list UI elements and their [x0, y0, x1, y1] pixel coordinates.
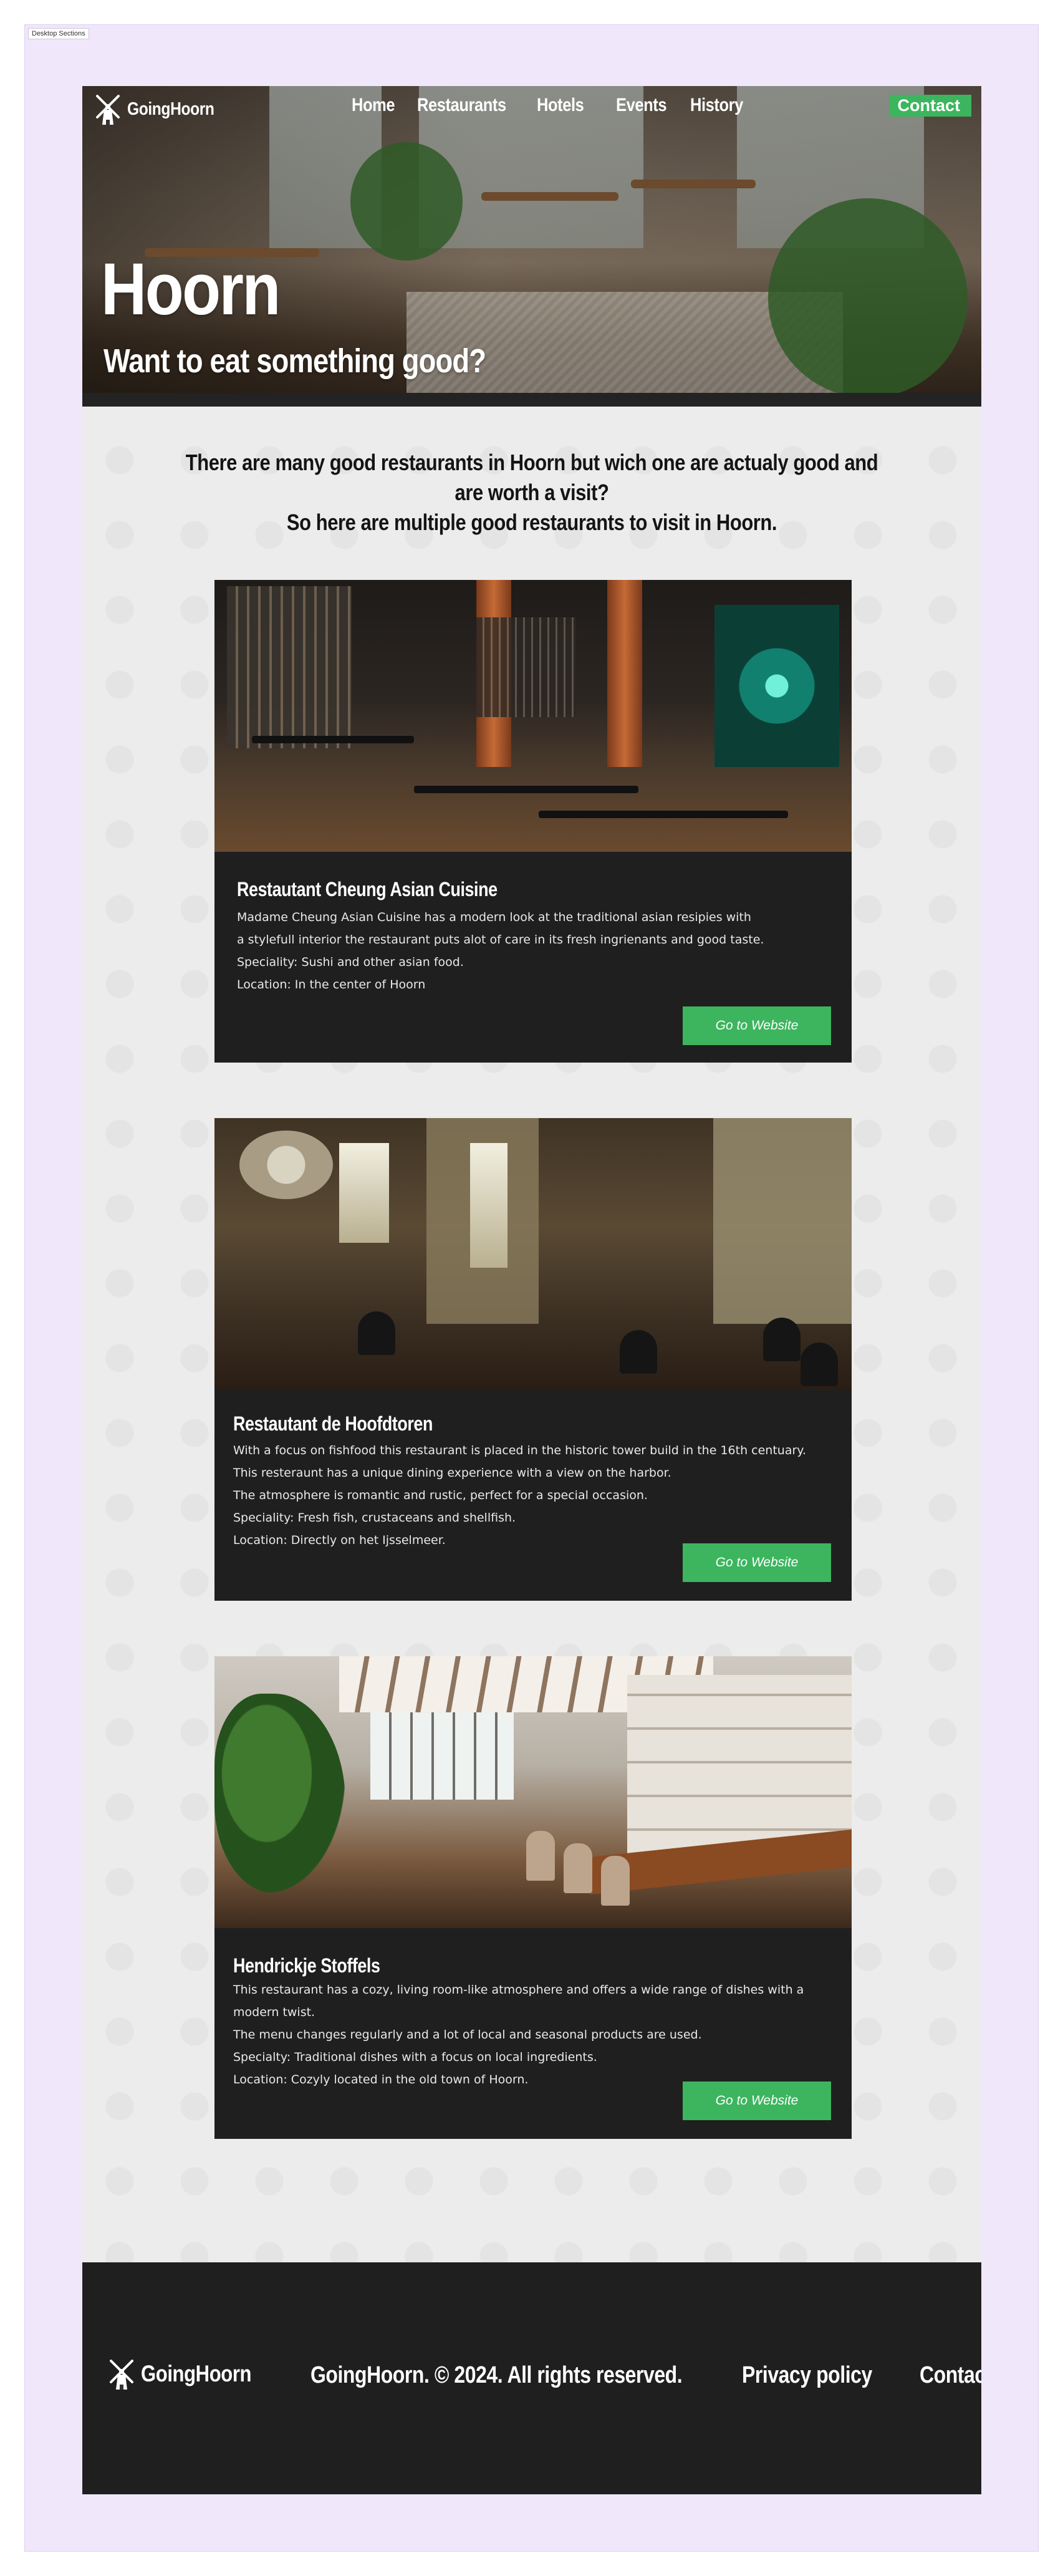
photo-column: [607, 580, 642, 767]
brand-name: GoingHoorn: [127, 99, 214, 119]
restaurant-description: With a focus on fishfood this restaurant…: [233, 1444, 806, 1457]
restaurant-info: Restautant de Hoofdtoren With a focus on…: [214, 1390, 852, 1551]
photo-stool: [601, 1856, 630, 1906]
go-to-website-button[interactable]: Go to Website: [683, 2082, 831, 2120]
footer-brand: GoingHoorn: [141, 2361, 252, 2386]
hero-plant: [768, 198, 968, 398]
restaurant-description: This restaurant has a cozy, living room-…: [233, 1983, 804, 1997]
restaurant-description: This resteraunt has a unique dining expe…: [233, 1466, 671, 1480]
photo-mirror: [470, 1143, 507, 1268]
restaurant-card: Hendrickje Stoffels This restaurant has …: [214, 1656, 852, 2139]
photo-shelf: [227, 586, 352, 748]
nav-contact-button[interactable]: Contact: [888, 95, 971, 117]
restaurant-description: The atmosphere is romantic and rustic, p…: [233, 1488, 648, 1502]
photo-window: [339, 1143, 389, 1243]
frame-label: Desktop Sections: [28, 28, 89, 39]
intro-text: There are many good restaurants in Hoorn…: [82, 448, 981, 538]
photo-table: [539, 811, 788, 818]
footer-copyright: GoingHoorn. © 2024. All rights reserved.: [310, 2362, 683, 2388]
footer-privacy-link[interactable]: Privacy policy: [742, 2362, 872, 2389]
photo-chair: [763, 1318, 801, 1361]
photo-chair: [620, 1330, 657, 1374]
restaurant-description: modern twist.: [233, 2005, 315, 2019]
photo-chair: [801, 1343, 838, 1386]
restaurant-description: a stylefull interior the restaurant puts…: [237, 933, 764, 947]
nav-events[interactable]: Events: [616, 95, 667, 116]
photo-chair: [358, 1311, 395, 1355]
main-nav: Home Restaurants Hotels Events History: [352, 95, 767, 116]
photo-window: [370, 1712, 514, 1800]
restaurant-description: Madame Cheung Asian Cuisine has a modern…: [237, 910, 751, 924]
restaurant-location: Location: In the center of Hoorn: [237, 978, 426, 991]
intro-line: are worth a visit?: [455, 480, 609, 505]
restaurant-photo: [214, 1656, 852, 1928]
header-logo[interactable]: GoingHoorn: [92, 92, 229, 126]
nav-restaurants[interactable]: Restaurants: [417, 95, 506, 116]
hero-plant: [350, 142, 463, 261]
photo-stool: [526, 1831, 555, 1881]
hero-table: [631, 180, 756, 188]
restaurant-speciality: Speciality: Sushi and other asian food.: [237, 955, 464, 969]
windmill-icon: [110, 2360, 133, 2390]
intro-line: So here are multiple good restaurants to…: [286, 509, 777, 535]
intro-line: There are many good restaurants in Hoorn…: [185, 450, 878, 475]
page: GoingHoorn Home Restaurants Hotels Event…: [82, 86, 981, 2494]
hero-section: GoingHoorn Home Restaurants Hotels Event…: [82, 86, 981, 407]
restaurant-speciality: Speciality: Fresh fish, crustaceans and …: [233, 1511, 516, 1525]
photo-bar: [476, 617, 576, 717]
photo-wall: [713, 1118, 852, 1324]
go-to-website-button[interactable]: Go to Website: [683, 1543, 831, 1582]
go-to-website-button[interactable]: Go to Website: [683, 1006, 831, 1045]
windmill-icon: [96, 95, 120, 125]
hero-bottom-band: [82, 393, 981, 407]
restaurant-name: Restautant Cheung Asian Cuisine: [237, 878, 498, 900]
nav-hotels[interactable]: Hotels: [537, 95, 584, 116]
nav-home[interactable]: Home: [352, 95, 395, 116]
footer: GoingHoorn GoingHoorn. © 2024. All right…: [82, 2262, 981, 2494]
restaurant-info: Restautant Cheung Asian Cuisine Madame C…: [214, 852, 852, 996]
photo-flower-vase: [239, 1131, 333, 1199]
restaurant-speciality: Specialty: Traditional dishes with a foc…: [233, 2050, 597, 2064]
hero-title: Hoorn: [101, 248, 281, 330]
restaurant-name: Restautant de Hoofdtoren: [233, 1412, 433, 1435]
photo-plant: [214, 1694, 345, 1893]
nav-history[interactable]: History: [690, 95, 743, 116]
restaurant-card: Restautant de Hoofdtoren With a focus on…: [214, 1118, 852, 1601]
photo-buddha-panel: [714, 605, 839, 767]
restaurant-description: The menu changes regularly and a lot of …: [233, 2028, 702, 2042]
restaurant-info: Hendrickje Stoffels This restaurant has …: [214, 1928, 852, 2091]
footer-nav: Privacy policy Contact: [742, 2362, 981, 2389]
photo-table: [252, 736, 414, 743]
restaurant-photo: [214, 1118, 852, 1390]
restaurant-card: Restautant Cheung Asian Cuisine Madame C…: [214, 580, 852, 1063]
footer-logo[interactable]: GoingHoorn: [106, 2357, 272, 2391]
restaurant-name: Hendrickje Stoffels: [233, 1954, 380, 1977]
photo-table: [414, 786, 638, 793]
hero-table: [481, 192, 618, 201]
photo-stool: [564, 1843, 592, 1893]
footer-contact-link[interactable]: Contact: [920, 2362, 981, 2389]
restaurant-photo: [214, 580, 852, 852]
hero-subtitle: Want to eat something good?: [103, 342, 486, 380]
